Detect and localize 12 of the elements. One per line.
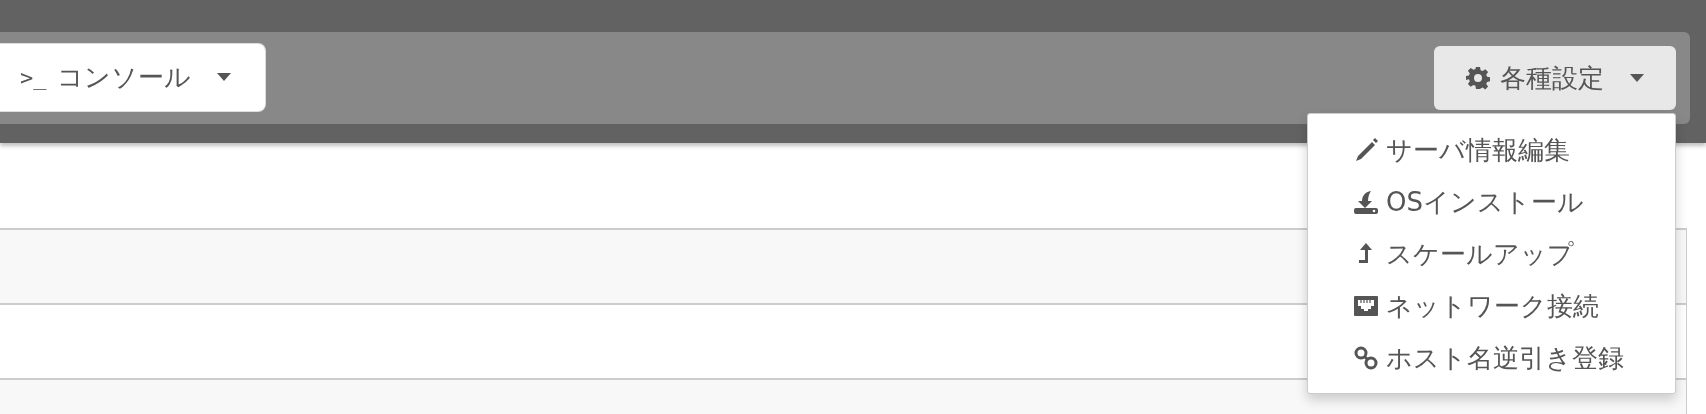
menu-item[interactable]: ネットワーク接続 xyxy=(1308,280,1675,332)
caret-icon xyxy=(1630,74,1644,82)
settings-icon xyxy=(1466,66,1490,90)
download-icon xyxy=(1352,188,1380,216)
menu-item[interactable]: サーバ情報編集 xyxy=(1308,124,1675,176)
menu-item[interactable]: OSインストール xyxy=(1308,176,1675,228)
console-button[interactable]: >_ コンソール xyxy=(0,43,265,111)
menu-item[interactable]: スケールアップ xyxy=(1308,228,1675,280)
menu-item[interactable]: ホスト名逆引き登録 xyxy=(1308,332,1675,384)
settings-button[interactable]: 各種設定 xyxy=(1434,46,1676,110)
link-icon xyxy=(1352,344,1380,372)
caret-icon xyxy=(216,73,231,81)
